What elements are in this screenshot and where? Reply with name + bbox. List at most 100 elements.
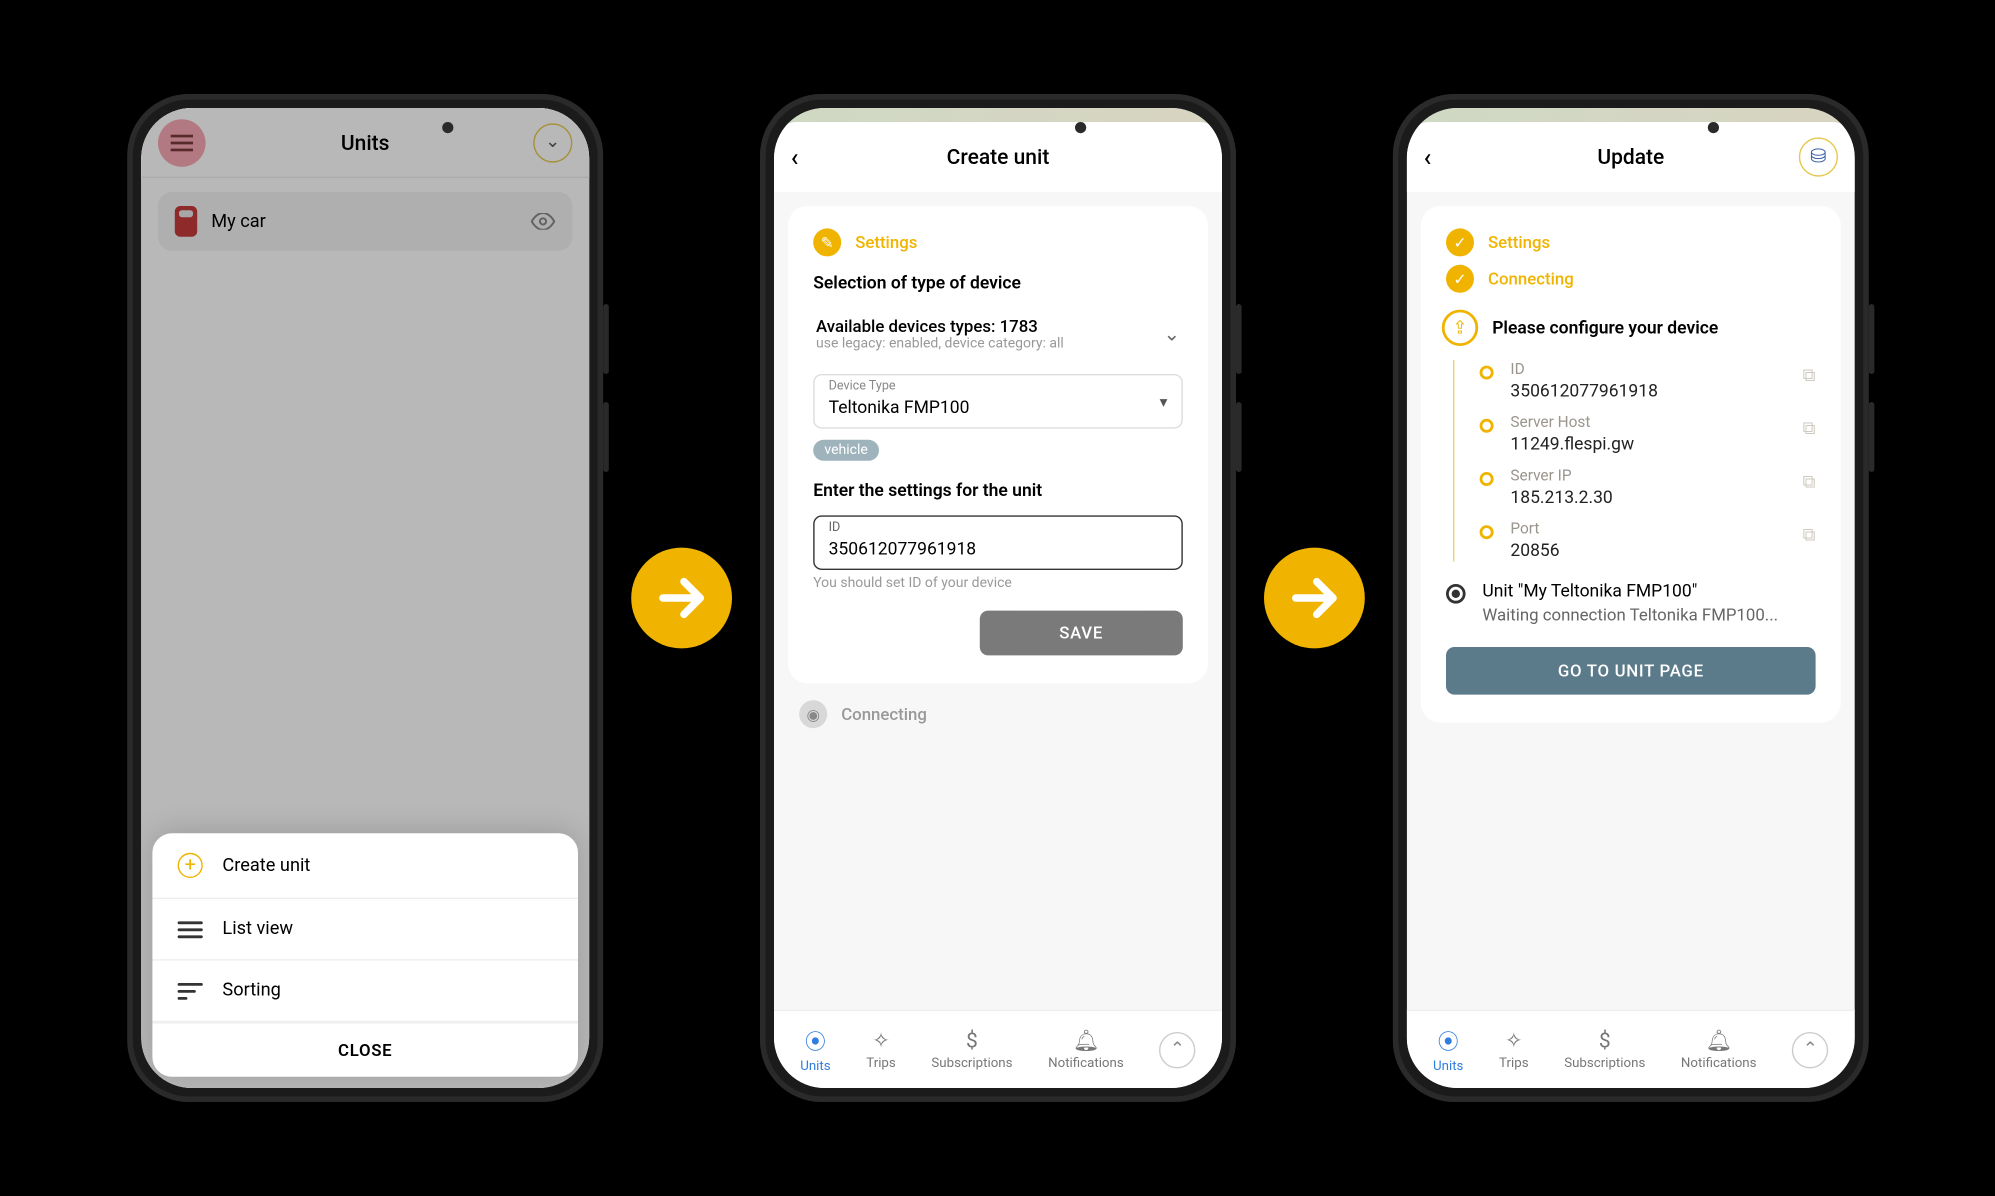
phone-1: Units ⌄ My car + Create unit List vi <box>127 94 603 1102</box>
sheet-list-view[interactable]: List view <box>152 899 578 961</box>
id-value: 350612077961918 <box>1510 381 1785 402</box>
id-label: ID <box>1510 360 1785 378</box>
tab-notif-label: Notifications <box>1048 1056 1124 1071</box>
phone-2: ‹ Create unit ✎ Settings Selection of ty… <box>760 94 1236 1102</box>
upload-icon: ⇪ <box>1441 310 1477 346</box>
available-devices-row[interactable]: Available devices types: 1783 use legacy… <box>813 308 1183 360</box>
tab-bar: ⦿ Units ✧ Trips $ Subscriptions 🔔︎ Notif… <box>774 1010 1222 1088</box>
tab-notifications[interactable]: 🔔︎ Notifications <box>1048 1028 1124 1071</box>
tab-units[interactable]: ⦿ Units <box>800 1026 830 1074</box>
id-input-label: ID <box>828 521 840 535</box>
section-unit-settings-title: Enter the settings for the unit <box>813 480 1183 501</box>
dollar-icon: $ <box>1598 1028 1610 1053</box>
route-icon: ✧ <box>1504 1028 1522 1053</box>
step-connecting-label: Connecting <box>1488 269 1574 289</box>
radio-icon <box>1446 584 1466 604</box>
back-button[interactable]: ‹ <box>790 142 798 171</box>
port-label: Port <box>1510 520 1785 538</box>
list-icon <box>177 921 202 938</box>
step-connecting-label: Connecting <box>841 704 927 724</box>
connecting-step-icon: ◉ <box>799 700 827 728</box>
settings-card: ✎ Settings Selection of type of device A… <box>788 206 1208 683</box>
copy-icon[interactable]: ⧉ <box>1802 366 1815 387</box>
step-settings-label: Settings <box>855 233 917 253</box>
available-devices-count: Available devices types: 1783 <box>816 317 1064 337</box>
tab-notifications[interactable]: 🔔︎ Notifications <box>1680 1028 1756 1071</box>
device-type-value: Teltonika FMP100 <box>828 398 1167 419</box>
sheet-create-unit[interactable]: + Create unit <box>152 833 578 899</box>
tab-units-label: Units <box>1433 1058 1463 1073</box>
vehicle-chip: vehicle <box>813 440 879 461</box>
dollar-icon: $ <box>966 1028 978 1053</box>
device-type-label: Device Type <box>828 380 895 394</box>
plus-icon: + <box>177 853 202 878</box>
tab-trips-label: Trips <box>866 1056 896 1071</box>
host-value: 11249.flespi.gw <box>1510 434 1785 455</box>
config-port-row: Port 20856 ⧉ <box>1479 514 1815 567</box>
route-icon: ✧ <box>872 1028 890 1053</box>
tab-units[interactable]: ⦿ Units <box>1433 1026 1463 1074</box>
ip-value: 185.213.2.30 <box>1510 487 1785 508</box>
bell-icon: 🔔︎ <box>1705 1028 1732 1053</box>
configure-title: Please configure your device <box>1492 317 1718 338</box>
bottom-sheet: + Create unit List view Sorting CLOSE <box>152 833 578 1077</box>
tab-trips[interactable]: ✧ Trips <box>866 1028 896 1071</box>
sheet-sort-label: Sorting <box>222 980 280 1001</box>
tab-subscriptions[interactable]: $ Subscriptions <box>931 1028 1012 1071</box>
check-icon: ✓ <box>1446 265 1474 293</box>
waiting-line: Waiting connection Teltonika FMP100... <box>1482 605 1778 625</box>
tab-trips-label: Trips <box>1499 1056 1529 1071</box>
config-host-row: Server Host 11249.flespi.gw ⧉ <box>1479 408 1815 461</box>
update-header: ‹ Update ⛁ <box>1406 122 1854 192</box>
go-to-unit-button[interactable]: GO TO UNIT PAGE <box>1446 647 1816 695</box>
id-hint: You should set ID of your device <box>813 576 1183 591</box>
config-ip-row: Server IP 185.213.2.30 ⧉ <box>1479 461 1815 514</box>
sheet-list-label: List view <box>222 919 293 940</box>
pin-icon: ⦿ <box>804 1026 825 1055</box>
bell-icon: 🔔︎ <box>1072 1028 1099 1053</box>
copy-icon[interactable]: ⧉ <box>1802 472 1815 493</box>
host-label: Server Host <box>1510 413 1785 431</box>
tab-bar: ⦿ Units ✧ Trips $ Subscriptions 🔔︎ Notif… <box>1406 1010 1854 1088</box>
dropdown-icon: ▾ <box>1159 392 1167 410</box>
create-unit-title: Create unit <box>946 144 1049 169</box>
tab-subs-label: Subscriptions <box>931 1056 1012 1071</box>
step-settings-label: Settings <box>1488 233 1550 253</box>
device-type-select[interactable]: Device Type Teltonika FMP100 ▾ <box>813 374 1183 429</box>
id-input[interactable]: ID 350612077961918 <box>813 515 1183 570</box>
flow-arrow-icon <box>631 548 732 649</box>
tab-subscriptions[interactable]: $ Subscriptions <box>1564 1028 1645 1071</box>
section-device-type-title: Selection of type of device <box>813 273 1183 294</box>
update-card: ✓ Settings ✓ Connecting ⇪ Please configu… <box>1420 206 1840 723</box>
sheet-close-button[interactable]: CLOSE <box>152 1022 578 1077</box>
tab-units-label: Units <box>800 1058 830 1073</box>
unit-name-line: Unit "My Teltonika FMP100" <box>1482 581 1778 602</box>
tab-subs-label: Subscriptions <box>1564 1056 1645 1071</box>
sort-icon <box>177 982 202 999</box>
flow-arrow-icon <box>1264 548 1365 649</box>
sheet-sorting[interactable]: Sorting <box>152 961 578 1023</box>
tab-more[interactable]: ⌃ <box>1159 1031 1195 1067</box>
save-button[interactable]: SAVE <box>979 611 1182 656</box>
tab-trips[interactable]: ✧ Trips <box>1499 1028 1529 1071</box>
check-icon: ✓ <box>1446 228 1474 256</box>
unit-status-row: Unit "My Teltonika FMP100" Waiting conne… <box>1446 581 1816 624</box>
pin-icon: ⦿ <box>1437 1026 1458 1055</box>
sheet-create-label: Create unit <box>222 855 310 876</box>
update-title: Update <box>1597 144 1664 169</box>
ip-label: Server IP <box>1510 466 1785 484</box>
back-button[interactable]: ‹ <box>1423 142 1431 171</box>
tab-more[interactable]: ⌃ <box>1792 1031 1828 1067</box>
config-id-row: ID 350612077961918 ⧉ <box>1479 354 1815 407</box>
pencil-icon: ✎ <box>813 228 841 256</box>
tab-notif-label: Notifications <box>1680 1056 1756 1071</box>
id-input-value: 350612077961918 <box>828 539 1167 560</box>
device-icon[interactable]: ⛁ <box>1798 137 1837 176</box>
create-unit-header: ‹ Create unit <box>774 122 1222 192</box>
available-devices-sub: use legacy: enabled, device category: al… <box>816 336 1064 351</box>
phone-3: ‹ Update ⛁ ✓ Settings ✓ Connecting ⇪ Ple… <box>1392 94 1868 1102</box>
chevron-down-icon: ⌄ <box>1163 323 1179 345</box>
copy-icon[interactable]: ⧉ <box>1802 525 1815 546</box>
port-value: 20856 <box>1510 541 1785 562</box>
copy-icon[interactable]: ⧉ <box>1802 419 1815 440</box>
